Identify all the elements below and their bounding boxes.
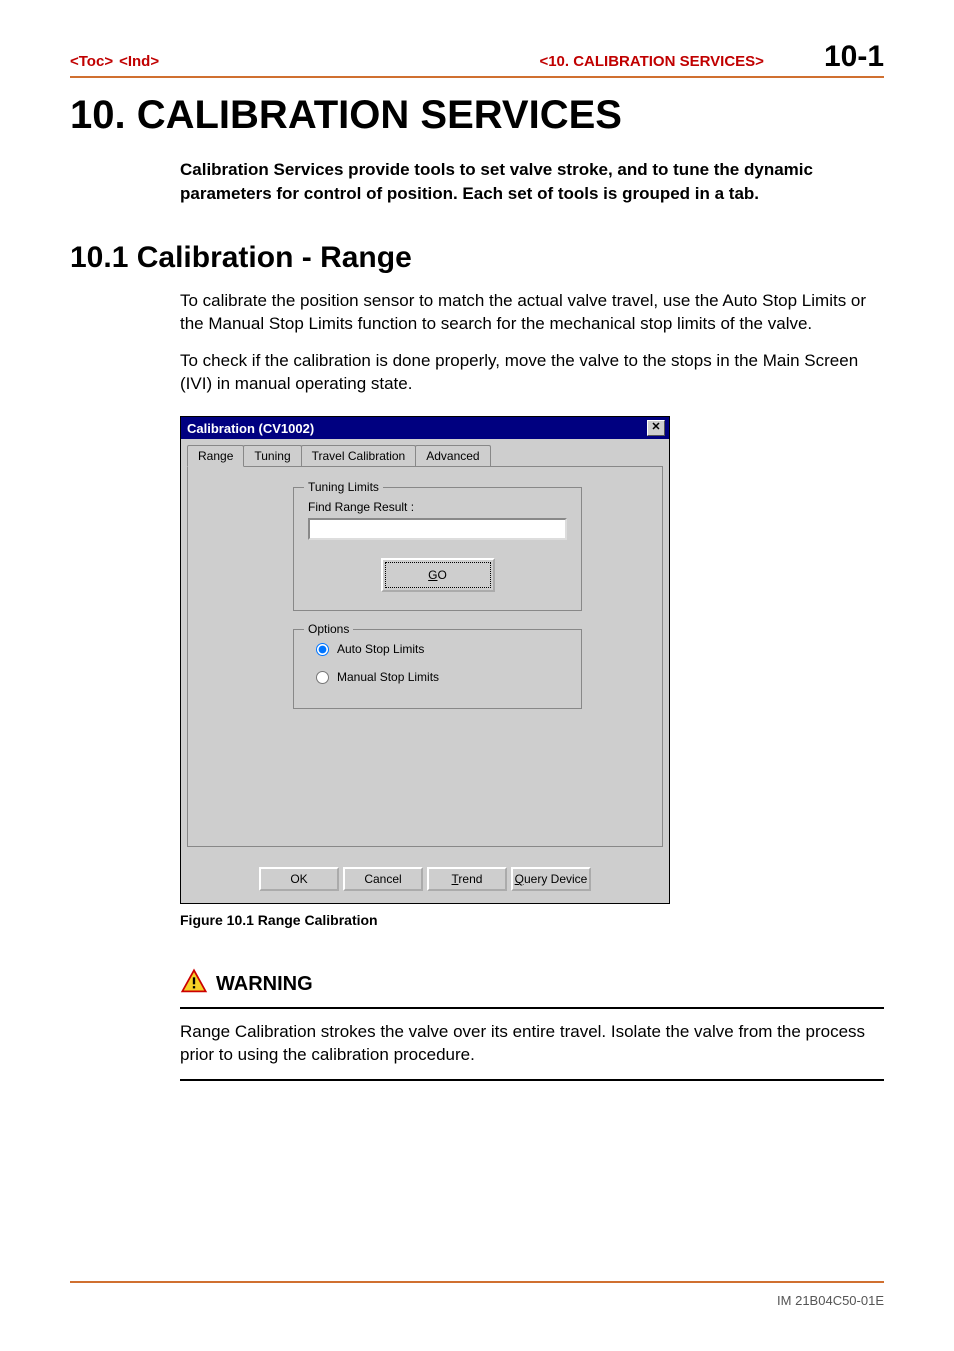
body-p2: To check if the calibration is done prop… — [180, 350, 884, 396]
warning-divider-top — [180, 1007, 884, 1009]
dialog-titlebar: Calibration (CV1002) ✕ — [181, 417, 669, 439]
close-button[interactable]: ✕ — [647, 420, 665, 436]
tuning-limits-group: Tuning Limits Find Range Result : GO — [293, 487, 582, 611]
tab-tuning[interactable]: Tuning — [243, 445, 301, 466]
tab-advanced[interactable]: Advanced — [415, 445, 490, 466]
radio-manual-stop-limits[interactable]: Manual Stop Limits — [308, 670, 567, 684]
page-number: 10-1 — [824, 40, 884, 74]
warning-divider-bottom — [180, 1079, 884, 1081]
intro-text: Calibration Services provide tools to se… — [180, 158, 884, 206]
find-range-result-input[interactable] — [308, 518, 567, 540]
doc-id: IM 21B04C50-01E — [777, 1293, 884, 1308]
options-legend: Options — [304, 622, 353, 636]
warning-icon — [180, 968, 208, 1001]
tab-content-range: Tuning Limits Find Range Result : GO Opt… — [187, 467, 663, 847]
body-p1: To calibrate the position sensor to matc… — [180, 290, 884, 336]
trend-button[interactable]: Trend — [427, 867, 507, 891]
cancel-button[interactable]: Cancel — [343, 867, 423, 891]
go-button[interactable]: GO — [381, 558, 495, 592]
page-footer: IM 21B04C50-01E — [70, 1281, 884, 1308]
tuning-limits-legend: Tuning Limits — [304, 480, 383, 494]
radio-auto-label: Auto Stop Limits — [337, 642, 424, 656]
figure-caption: Figure 10.1 Range Calibration — [180, 912, 884, 928]
ind-link[interactable]: <Ind> — [119, 53, 159, 70]
chapter-title: 10. CALIBRATION SERVICES — [70, 93, 884, 138]
tab-strip: Range Tuning Travel Calibration Advanced — [187, 445, 663, 467]
query-device-button[interactable]: Query Device — [511, 867, 591, 891]
radio-auto-input[interactable] — [316, 643, 329, 656]
section-label: <10. CALIBRATION SERVICES> — [539, 53, 764, 70]
radio-auto-stop-limits[interactable]: Auto Stop Limits — [308, 642, 567, 656]
tab-travel-calibration[interactable]: Travel Calibration — [301, 445, 417, 466]
ok-button[interactable]: OK — [259, 867, 339, 891]
toc-link[interactable]: <Toc> — [70, 53, 113, 70]
top-bar: <Toc> <Ind> <10. CALIBRATION SERVICES> 1… — [70, 40, 884, 78]
options-group: Options Auto Stop Limits Manual Stop Lim… — [293, 629, 582, 709]
warning-title: WARNING — [216, 973, 313, 996]
subsection-heading: 10.1 Calibration - Range — [70, 241, 884, 275]
radio-manual-input[interactable] — [316, 671, 329, 684]
tab-range[interactable]: Range — [187, 445, 244, 467]
calibration-dialog: Calibration (CV1002) ✕ Range Tuning Trav… — [180, 416, 670, 904]
find-range-label: Find Range Result : — [308, 500, 567, 514]
warning-text: Range Calibration strokes the valve over… — [180, 1021, 884, 1067]
dialog-button-row: OK Cancel Trend Query Device — [181, 857, 669, 903]
dialog-title: Calibration (CV1002) — [187, 421, 314, 436]
radio-manual-label: Manual Stop Limits — [337, 670, 439, 684]
